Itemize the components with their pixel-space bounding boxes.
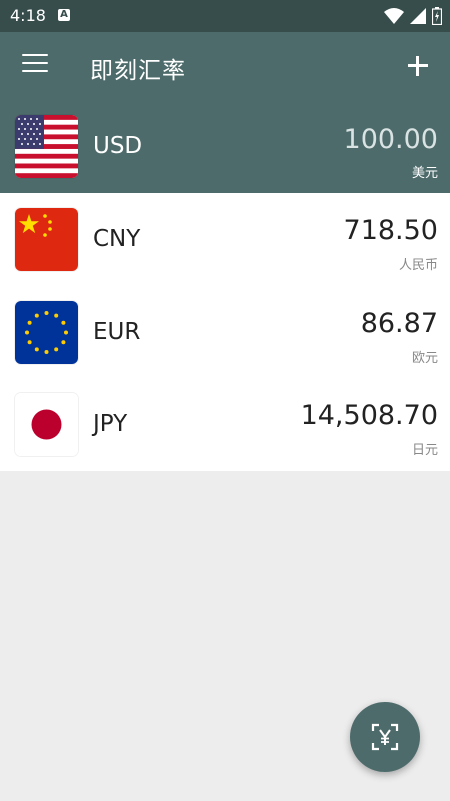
currency-code: JPY: [93, 411, 128, 437]
currency-list: CNY 718.50 人民币 EUR 86.87 欧元 JPY 14,508.7…: [0, 193, 450, 471]
status-time: 4:18: [10, 6, 46, 25]
currency-name: 欧元: [411, 350, 438, 366]
currency-amount: 14,508.70: [300, 400, 438, 431]
currency-name: 美元: [411, 166, 438, 181]
currency-amount[interactable]: 100.00: [344, 124, 438, 155]
status-icons: [378, 6, 442, 26]
notification-icon: A: [58, 9, 70, 21]
jp-flag-icon: [15, 393, 78, 456]
currency-name: 人民币: [398, 258, 438, 273]
currency-code: EUR: [93, 318, 141, 345]
wifi-icon: [384, 8, 404, 24]
page-title: 即刻汇率: [90, 58, 186, 84]
currency-name: 日元: [411, 443, 438, 458]
us-flag-icon: [15, 115, 78, 178]
status-bar: 4:18 A: [0, 0, 450, 32]
currency-amount: 718.50: [343, 215, 438, 246]
currency-amount: 86.87: [360, 307, 438, 339]
app-bar: 即刻汇率: [0, 32, 450, 100]
currency-code: CNY: [93, 226, 141, 252]
cn-flag-icon: [15, 208, 78, 271]
signal-icon: [410, 8, 426, 24]
eu-flag-icon: [15, 300, 78, 364]
yuan-scan-icon: [371, 723, 399, 751]
add-currency-icon[interactable]: [404, 52, 432, 80]
currency-row-cny[interactable]: CNY 718.50 人民币: [0, 193, 450, 286]
currency-code: USD: [93, 133, 143, 159]
menu-icon[interactable]: [22, 54, 48, 76]
currency-row-jpy[interactable]: JPY 14,508.70 日元: [0, 378, 450, 471]
base-currency-row[interactable]: USD 100.00 美元: [0, 100, 450, 193]
currency-row-eur[interactable]: EUR 86.87 欧元: [0, 286, 450, 379]
battery-icon: [432, 7, 442, 25]
scan-price-button[interactable]: [350, 702, 420, 772]
